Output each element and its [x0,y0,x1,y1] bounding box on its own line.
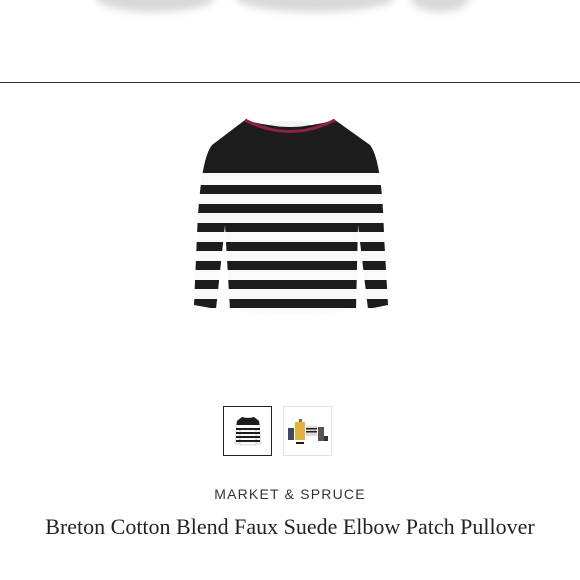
outfit-thumbnail-icon [287,419,328,444]
previous-image-strip [0,0,580,82]
blurred-image-fragment [410,0,470,12]
thumbnail-striped-pullover[interactable] [223,406,272,456]
thumbnail-gallery [223,406,332,456]
product-title: Breton Cotton Blend Faux Suede Elbow Pat… [45,514,535,539]
thumbnail-outfit[interactable] [283,406,332,456]
blurred-image-fragment [95,0,215,12]
sweater-thumbnail-icon [234,416,261,446]
product-main-image[interactable] [150,105,430,355]
blurred-image-fragment [235,0,395,12]
section-divider [0,82,580,83]
product-brand: MARKET & SPRUCE [214,486,366,502]
